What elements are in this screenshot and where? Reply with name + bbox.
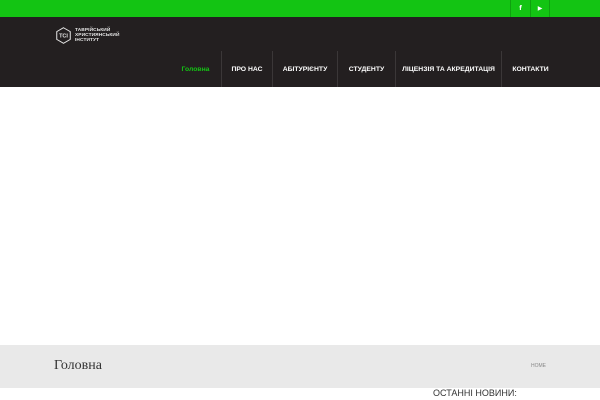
youtube-icon: ▶ — [537, 5, 543, 12]
site-logo[interactable]: TCI ТАВРІЙСЬКИЙ ХРИСТИЯНСЬКИЙ ІНСТИТУТ — [55, 27, 120, 44]
latest-news-heading: ОСТАННІ НОВИНИ: — [433, 388, 517, 398]
nav-item-label: Головна — [181, 65, 210, 73]
nav-item-about[interactable]: ПРО НАС — [221, 51, 272, 87]
facebook-icon: f — [519, 5, 522, 12]
logo-mark-icon: TCI — [56, 27, 71, 44]
facebook-link[interactable]: f — [510, 0, 530, 17]
nav-item-contacts[interactable]: КОНТАКТИ — [501, 51, 559, 87]
nav-item-label: ПРО НАС — [231, 65, 263, 73]
page-title: Головна — [54, 358, 102, 373]
main-nav: Головна ПРО НАС АБІТУРІЄНТУ СТУДЕНТУ ЛІЦ… — [170, 51, 559, 90]
hero-area — [0, 87, 600, 345]
nav-item-label: ЛІЦЕНЗІЯ ТА АКРЕДИТАЦІЯ — [402, 65, 495, 73]
nav-item-license[interactable]: ЛІЦЕНЗІЯ ТА АКРЕДИТАЦІЯ — [395, 51, 501, 87]
nav-item-home[interactable]: Головна — [170, 51, 221, 90]
nav-item-applicant[interactable]: АБІТУРІЄНТУ — [272, 51, 337, 87]
top-bar: f ▶ — [0, 0, 600, 17]
page-title-bar: Головна HOME — [0, 345, 600, 388]
logo-text: ТАВРІЙСЬКИЙ ХРИСТИЯНСЬКИЙ ІНСТИТУТ — [75, 28, 120, 44]
nav-item-student[interactable]: СТУДЕНТУ — [337, 51, 395, 87]
nav-item-label: АБІТУРІЄНТУ — [282, 65, 328, 73]
logo-line: ІНСТИТУТ — [75, 38, 100, 44]
site-header: TCI ТАВРІЙСЬКИЙ ХРИСТИЯНСЬКИЙ ІНСТИТУТ Г… — [0, 17, 600, 90]
nav-item-label: СТУДЕНТУ — [348, 65, 385, 73]
breadcrumb-home[interactable]: HOME — [531, 363, 546, 369]
nav-item-label: КОНТАКТИ — [512, 65, 549, 73]
youtube-link[interactable]: ▶ — [530, 0, 550, 17]
svg-text:TCI: TCI — [59, 34, 68, 40]
